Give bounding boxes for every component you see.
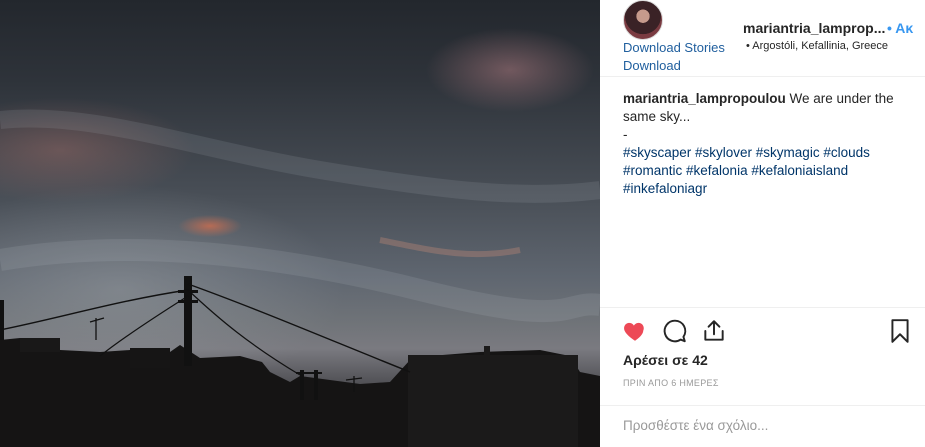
bookmark-icon[interactable] [887, 318, 913, 344]
like-count[interactable]: Αρέσει σε 42 [623, 352, 708, 368]
download-link[interactable]: Download [623, 58, 681, 73]
heart-icon[interactable] [622, 318, 648, 344]
comment-icon[interactable] [662, 318, 688, 344]
caption-hashtags[interactable]: #skyscaper #skylover #skymagic #clouds #… [623, 145, 870, 196]
sky-silhouette-illustration [0, 109, 600, 447]
post-timestamp: ΠΡΙΝ ΑΠΟ 6 ΗΜΕΡΕΣ [623, 378, 719, 388]
caption-dash: - [623, 127, 628, 142]
follow-button[interactable]: • Ακ [887, 20, 913, 36]
avatar[interactable] [623, 0, 663, 40]
post-caption: mariantria_lampropoulou We are under the… [623, 90, 913, 198]
post-header: Download Stories Download mariantria_lam… [600, 0, 925, 77]
comment-input[interactable] [623, 414, 903, 436]
download-stories-link[interactable]: Download Stories [623, 40, 725, 55]
share-icon[interactable] [701, 318, 727, 344]
post-actions: Αρέσει σε 42 ΠΡΙΝ ΑΠΟ 6 ΗΜΕΡΕΣ [600, 307, 925, 419]
post-side-panel: Download Stories Download mariantria_lam… [600, 0, 925, 447]
post-photo[interactable] [0, 0, 600, 447]
username-link[interactable]: mariantria_lamprop... [743, 20, 885, 36]
caption-username[interactable]: mariantria_lampropoulou [623, 91, 786, 106]
location-link[interactable]: • Argostóli, Kefallinia, Greece [746, 40, 888, 52]
comment-box [600, 405, 925, 447]
